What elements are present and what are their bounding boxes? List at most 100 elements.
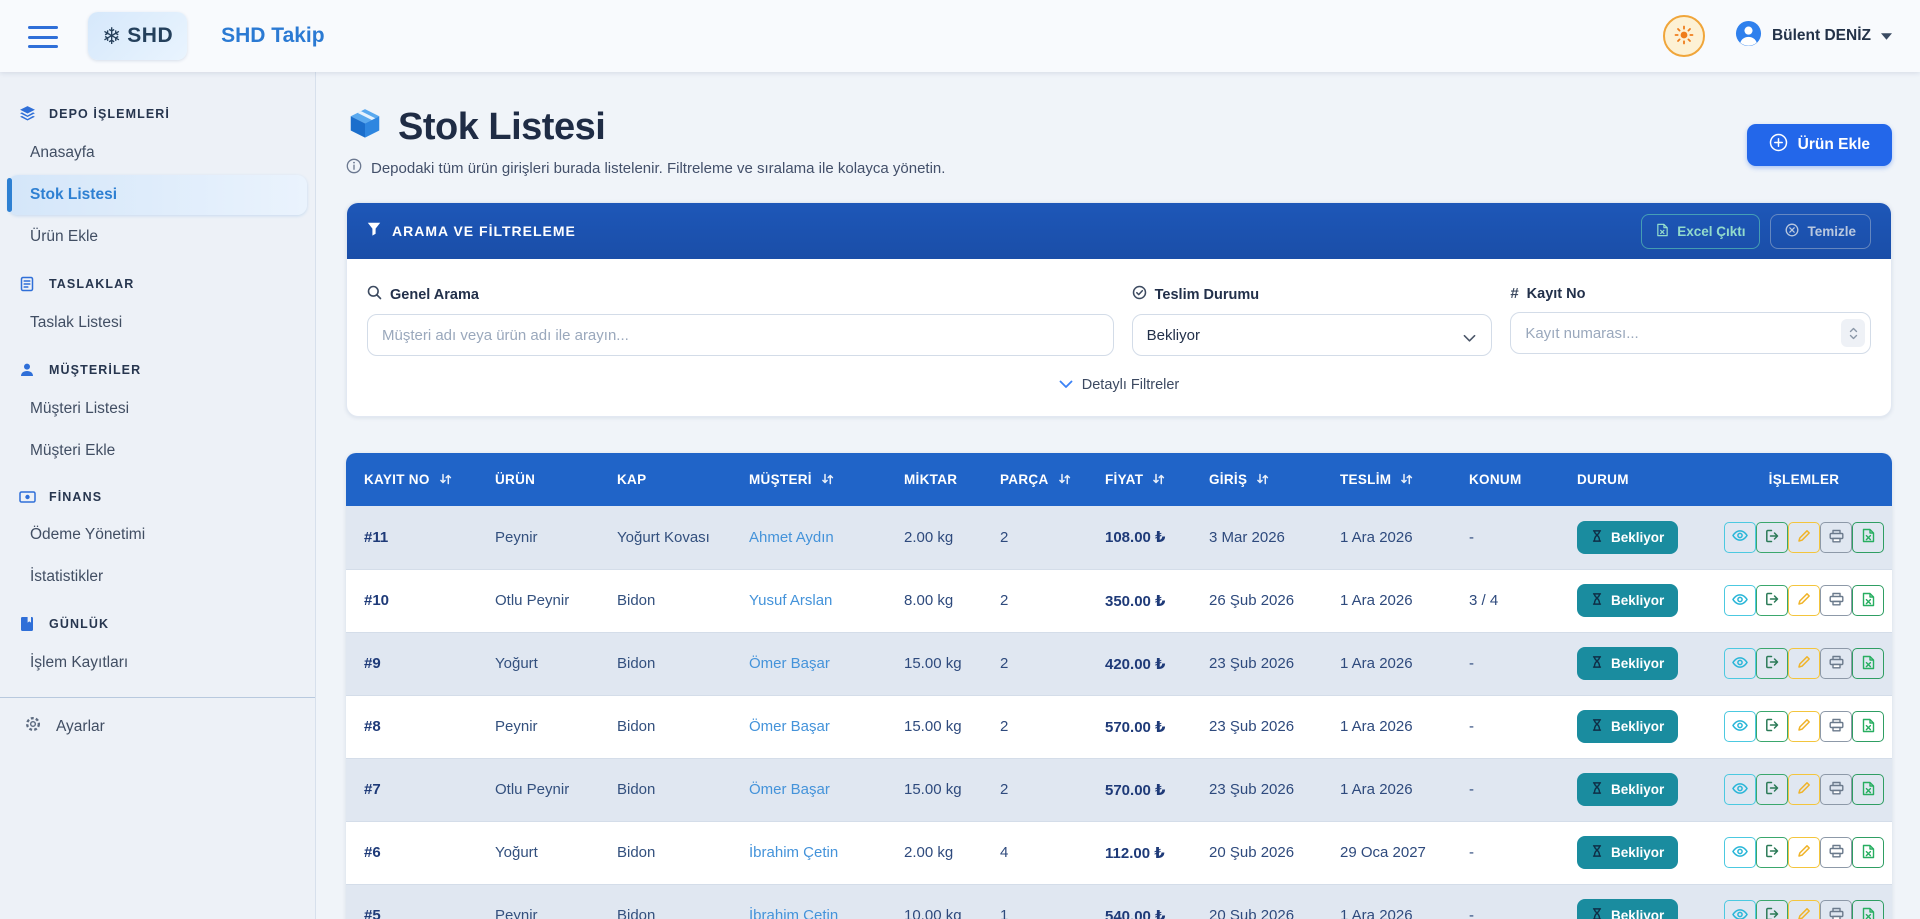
view-action-button[interactable] [1724, 585, 1756, 616]
sidebar-item-urun-ekle[interactable]: Ürün Ekle [8, 217, 307, 257]
edit-action-button[interactable] [1788, 711, 1820, 742]
cell-miktar: 8.00 kg [886, 569, 982, 632]
table-row: #6YoğurtBidonİbrahim Çetin2.00 kg4112.00… [346, 821, 1892, 884]
customer-link[interactable]: Ömer Başar [749, 781, 830, 798]
sidebar-item-i-slem-kayitlari[interactable]: İşlem Kayıtları [8, 643, 307, 683]
app-title: SHD Takip [221, 24, 324, 48]
view-action-button[interactable] [1724, 648, 1756, 679]
deliver-icon [1765, 781, 1780, 798]
print-action-button[interactable] [1820, 585, 1852, 616]
cell-kap: Bidon [599, 695, 731, 758]
nav-section-title: TASLAKLAR [49, 277, 134, 291]
add-product-button[interactable]: Ürün Ekle [1747, 124, 1892, 166]
cell-giris: 23 Şub 2026 [1191, 695, 1322, 758]
search-input[interactable] [367, 314, 1114, 356]
cell-urun: Yoğurt [477, 821, 599, 884]
logo-text: SHD [127, 24, 173, 48]
print-action-button[interactable] [1820, 711, 1852, 742]
excel-action-button[interactable] [1852, 522, 1884, 553]
edit-action-button[interactable] [1788, 648, 1820, 679]
view-action-button[interactable] [1724, 900, 1756, 919]
customer-link[interactable]: Yusuf Arslan [749, 592, 832, 609]
cell-kap: Bidon [599, 821, 731, 884]
edit-action-button[interactable] [1788, 585, 1820, 616]
deliver-action-button[interactable] [1756, 711, 1788, 742]
filter-header: ARAMA VE FİLTRELEME Excel Çıktı [347, 203, 1891, 259]
status-badge: Bekliyor [1577, 647, 1678, 680]
edit-action-button[interactable] [1788, 774, 1820, 805]
column-header-kayit[interactable]: KAYIT NO [346, 453, 477, 506]
view-action-button[interactable] [1724, 522, 1756, 553]
sidebar-item-i-statistikler[interactable]: İstatistikler [8, 557, 307, 597]
deliver-action-button[interactable] [1756, 774, 1788, 805]
detailed-filters-toggle[interactable]: Detaylı Filtreler [367, 376, 1871, 394]
excel-action-button[interactable] [1852, 585, 1884, 616]
cell-durum: Bekliyor [1559, 695, 1717, 758]
cell-konum: - [1451, 884, 1559, 919]
print-icon [1829, 529, 1844, 546]
excel-action-button[interactable] [1852, 648, 1884, 679]
theme-toggle-button[interactable] [1663, 15, 1705, 57]
print-action-button[interactable] [1820, 837, 1852, 868]
column-header-parca[interactable]: PARÇA [982, 453, 1087, 506]
column-header-musteri[interactable]: MÜŞTERİ [731, 453, 886, 506]
cell-musteri: İbrahim Çetin [731, 884, 886, 919]
sidebar-item-musteri-listesi[interactable]: Müşteri Listesi [8, 389, 307, 429]
page-title: Stok Listesi [398, 106, 605, 149]
sidebar-item-musteri-ekle[interactable]: Müşteri Ekle [8, 431, 307, 471]
view-action-button[interactable] [1724, 837, 1756, 868]
number-spinner[interactable] [1841, 319, 1865, 347]
edit-action-button[interactable] [1788, 900, 1820, 919]
cell-durum: Bekliyor [1559, 632, 1717, 695]
cell-musteri: İbrahim Çetin [731, 821, 886, 884]
excel-action-button[interactable] [1852, 774, 1884, 805]
hamburger-menu-icon[interactable] [28, 26, 58, 48]
deliver-action-button[interactable] [1756, 900, 1788, 919]
view-action-button[interactable] [1724, 774, 1756, 805]
customer-link[interactable]: İbrahim Çetin [749, 907, 838, 919]
print-action-button[interactable] [1820, 648, 1852, 679]
cell-kayit: #8 [346, 695, 477, 758]
app-logo[interactable]: ❄ SHD [88, 12, 187, 60]
print-action-button[interactable] [1820, 774, 1852, 805]
customer-link[interactable]: İbrahim Çetin [749, 844, 838, 861]
print-action-button[interactable] [1820, 900, 1852, 919]
customer-link[interactable]: Ahmet Aydın [749, 529, 834, 546]
deliver-action-button[interactable] [1756, 585, 1788, 616]
status-select[interactable]: Bekliyor [1132, 314, 1493, 356]
view-icon [1732, 719, 1748, 735]
sidebar-item-stok-listesi[interactable]: Stok Listesi [8, 175, 307, 215]
status-badge: Bekliyor [1577, 836, 1678, 869]
edit-action-button[interactable] [1788, 837, 1820, 868]
deliver-action-button[interactable] [1756, 522, 1788, 553]
customer-link[interactable]: Ömer Başar [749, 655, 830, 672]
journal-icon [18, 616, 36, 632]
status-badge: Bekliyor [1577, 899, 1678, 919]
excel-action-button[interactable] [1852, 900, 1884, 919]
nav-section-taslaklar: TASLAKLAR [0, 263, 315, 301]
deliver-action-button[interactable] [1756, 648, 1788, 679]
clear-filters-button[interactable]: Temizle [1770, 214, 1871, 249]
edit-action-button[interactable] [1788, 522, 1820, 553]
print-icon [1829, 781, 1844, 798]
column-header-giris[interactable]: GİRİŞ [1191, 453, 1322, 506]
column-header-fiyat[interactable]: FİYAT [1087, 453, 1191, 506]
sidebar-item-odeme-yonetimi[interactable]: Ödeme Yönetimi [8, 515, 307, 555]
sidebar-item-ayarlar[interactable]: Ayarlar [0, 702, 315, 751]
deliver-action-button[interactable] [1756, 837, 1788, 868]
view-icon [1732, 908, 1748, 919]
sidebar-item-taslak-listesi[interactable]: Taslak Listesi [8, 303, 307, 343]
chevron-down-icon [1463, 330, 1476, 347]
record-no-input[interactable] [1510, 312, 1871, 354]
cell-kap: Yoğurt Kovası [599, 506, 731, 569]
excel-action-button[interactable] [1852, 837, 1884, 868]
cell-miktar: 2.00 kg [886, 506, 982, 569]
user-menu[interactable]: Bülent DENİZ [1735, 20, 1892, 52]
print-action-button[interactable] [1820, 522, 1852, 553]
sidebar-item-anasayfa[interactable]: Anasayfa [8, 133, 307, 173]
excel-action-button[interactable] [1852, 711, 1884, 742]
column-header-teslim[interactable]: TESLİM [1322, 453, 1451, 506]
view-action-button[interactable] [1724, 711, 1756, 742]
customer-link[interactable]: Ömer Başar [749, 718, 830, 735]
excel-export-button[interactable]: Excel Çıktı [1641, 214, 1760, 249]
